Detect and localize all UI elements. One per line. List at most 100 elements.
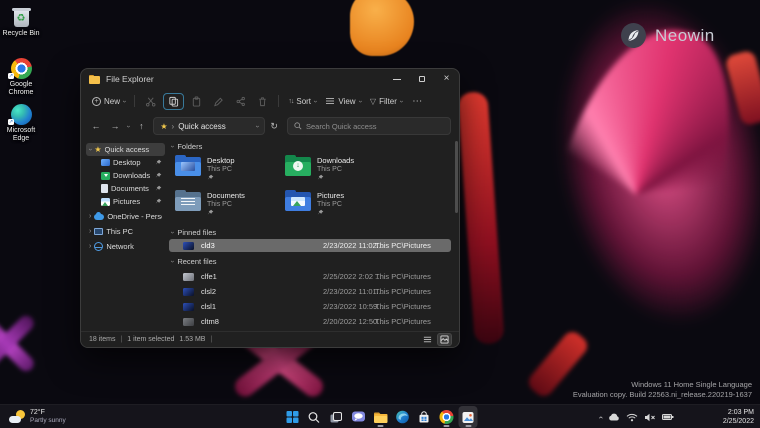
desktop-icon-recycle-bin[interactable]: ♻ Recycle Bin [0,4,42,38]
chevron-right-icon[interactable]: › [89,243,91,250]
taskbar-chrome-button[interactable] [437,406,456,428]
weather-widget[interactable]: 72°F Partly sunny [6,407,69,427]
sidebar-item-label: This PC [106,227,133,236]
file-explorer-window: File Explorer × + New › [80,68,460,348]
delete-button[interactable] [253,94,272,109]
this-pc-monitor-icon [94,228,103,235]
share-button[interactable] [231,94,250,109]
onedrive-cloud-icon [94,214,104,220]
up-button[interactable]: ↑ [134,121,148,131]
more-options-button[interactable]: ⋯ [412,96,422,107]
folder-tile-pictures[interactable]: Pictures This PC [285,190,391,218]
image-thumbnail-icon [183,303,194,311]
maximize-button[interactable] [409,69,434,89]
filter-button[interactable]: ▽ Filter › [367,95,405,108]
filter-icon: ▽ [370,97,376,106]
chevron-up-icon: › [596,416,605,419]
file-row-clfe1[interactable]: clfe1 2/25/2022 2:02 ... This PC\Picture… [169,270,451,283]
rename-button[interactable] [209,94,228,109]
taskbar-photos-button[interactable] [459,406,478,428]
delete-icon [257,96,268,107]
desktop-icon-google-chrome[interactable]: ↗ Google Chrome [0,55,42,97]
sidebar-item-documents[interactable]: Documents [86,182,165,195]
sidebar-item-pictures[interactable]: Pictures [86,195,165,208]
window-titlebar[interactable]: File Explorer × [81,69,459,89]
desktop-icon-microsoft-edge[interactable]: ↗ Microsoft Edge [0,101,42,143]
new-label: New [104,97,120,106]
taskbar-start-button[interactable] [283,406,302,428]
taskbar-search-button[interactable] [305,406,324,428]
taskbar-edge-button[interactable] [393,406,412,428]
status-divider: | [120,336,122,343]
wifi-tray-button[interactable] [626,413,638,422]
recycle-symbol-icon: ♻ [17,14,26,24]
folder-location: This PC [317,165,354,174]
file-row-clsl1[interactable]: clsl1 2/23/2022 10:59... This PC\Picture… [169,300,451,313]
volume-muted-tray-button[interactable] [644,413,656,422]
cut-icon [145,96,156,107]
file-modified-date: 2/23/2022 11:02... [323,241,383,250]
file-explorer-icon [373,411,387,424]
details-view-button[interactable] [421,334,434,345]
address-bar[interactable]: ★ › Quick access › [153,117,265,135]
search-input[interactable] [306,122,444,131]
desktop-mini-icon [101,159,110,166]
taskbar-taskview-button[interactable] [327,406,346,428]
desktop: Neowin ♻ Recycle Bin ↗ Google Chrome ↗ M… [0,0,760,428]
refresh-button[interactable]: ↻ [270,121,278,132]
pin-icon [317,174,324,181]
folder-tile-desktop[interactable]: Desktop This PC [175,155,281,183]
sidebar-item-network[interactable]: › Network [86,240,165,253]
copy-button[interactable] [163,93,184,110]
chevron-right-icon[interactable]: › [89,213,91,220]
maximize-icon [419,76,425,82]
new-button[interactable]: + New › [89,95,128,108]
battery-tray-button[interactable] [662,412,674,422]
taskbar-store-button[interactable] [415,406,434,428]
close-button[interactable]: × [434,69,459,89]
chevron-down-icon: › [356,100,363,102]
pin-icon [317,209,324,216]
vertical-scrollbar[interactable] [455,141,458,213]
sidebar-item-onedrive[interactable]: › OneDrive - Personal [86,210,165,223]
back-button[interactable]: ← [89,121,103,131]
sidebar-item-this-pc[interactable]: › This PC [86,225,165,238]
file-path: This PC\Pictures [375,302,431,311]
minimize-button[interactable] [384,69,409,89]
folder-tile-downloads[interactable]: ↓ Downloads This PC [285,155,391,183]
section-header-pinned-files[interactable]: › Pinned files [171,228,216,237]
file-name: cltm8 [201,317,219,326]
file-row-clsl2[interactable]: clsl2 2/23/2022 11:01... This PC\Picture… [169,285,451,298]
sidebar-item-quick-access[interactable]: › ★ Quick access [86,143,165,156]
forward-button[interactable]: → [108,121,122,131]
chevron-down-icon[interactable]: › [87,148,94,150]
taskbar-chat-button[interactable] [349,406,368,428]
chevron-right-icon[interactable]: › [89,228,91,235]
search-box[interactable] [287,117,451,135]
address-dropdown-button[interactable]: › [254,125,261,127]
view-button[interactable]: View › [322,94,364,108]
cut-button[interactable] [141,94,160,109]
hidden-icons-button[interactable]: › [599,413,602,422]
share-icon [235,96,246,107]
image-thumbnail-icon [183,242,194,250]
desktop-icon-label: Google Chrome [0,81,42,97]
sidebar-item-desktop[interactable]: Desktop [86,156,165,169]
recent-locations-button[interactable]: › [125,125,132,127]
thumbnail-view-button[interactable] [438,334,451,345]
onedrive-tray-button[interactable] [608,413,620,421]
file-row-cltm8[interactable]: cltm8 2/20/2022 12:50... This PC\Picture… [169,315,451,328]
sort-button[interactable]: ↑↓ Sort › [285,95,319,108]
content-pane: › Folders Desktop This PC ↓ Downloads [167,139,459,331]
sidebar-item-downloads[interactable]: Downloads [86,169,165,182]
taskbar-clock[interactable]: 2:03 PM 2/25/2022 [723,408,754,426]
taskbar-explorer-button[interactable] [371,406,390,428]
section-label: Folders [177,142,202,151]
folder-tile-documents[interactable]: Documents This PC [175,190,281,218]
photos-icon [462,411,475,424]
section-header-recent-files[interactable]: › Recent files [171,257,217,266]
section-header-folders[interactable]: › Folders [171,142,202,151]
chevron-down-icon: › [169,231,176,233]
file-row-cld3-selected[interactable]: cld3 2/23/2022 11:02... This PC\Pictures [169,239,451,252]
paste-button[interactable] [187,94,206,109]
